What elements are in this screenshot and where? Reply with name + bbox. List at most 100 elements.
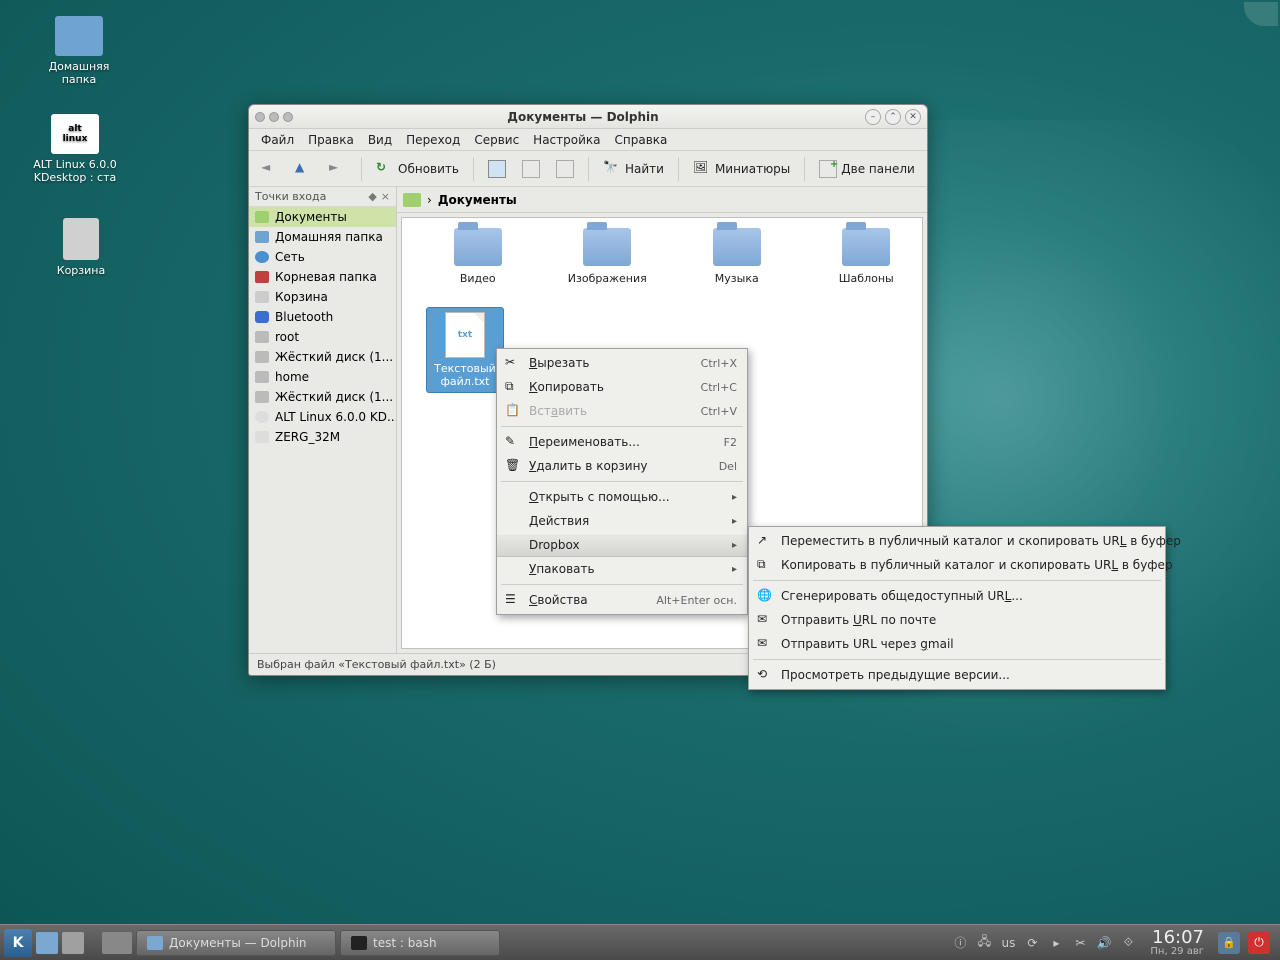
ctx-openwith[interactable]: Открыть с помощью...▸ — [497, 485, 747, 509]
task-terminal[interactable]: test : bash — [340, 930, 500, 956]
arrow-up-icon: ▲ — [295, 160, 313, 178]
shutdown-button[interactable]: ⏻ — [1248, 932, 1270, 954]
lock-button[interactable]: 🔒 — [1218, 932, 1240, 954]
ctx-dropbox[interactable]: Dropbox▸ — [497, 533, 747, 557]
text-file-icon: txt — [445, 312, 485, 358]
network-icon[interactable]: 🖧 — [976, 935, 992, 951]
desktop-icon-trash[interactable]: Корзина — [36, 218, 126, 277]
folder-icon — [583, 228, 631, 266]
clipboard-icon[interactable]: ✂ — [1072, 935, 1088, 951]
volume-icon[interactable]: 🔊 — [1096, 935, 1112, 951]
updates-icon[interactable]: ⟐ — [1120, 935, 1136, 951]
view-details-button[interactable] — [516, 157, 546, 181]
refresh-button[interactable]: ↻ Обновить — [370, 157, 465, 181]
places-close-icon[interactable]: × — [381, 190, 390, 203]
folder-icon — [713, 228, 761, 266]
ctx-rename[interactable]: ✎Переименовать...F2 — [497, 430, 747, 454]
ctx-mail-url[interactable]: ✉Отправить URL по почте — [749, 608, 1165, 632]
ctx-move-public[interactable]: ↗Переместить в публичный каталог и скопи… — [749, 529, 1165, 553]
menu-tools[interactable]: Сервис — [468, 131, 525, 149]
ctx-pack[interactable]: Упаковать▸ — [497, 557, 747, 581]
trash-icon: 🗑 — [505, 458, 521, 474]
file-label: Текстовый — [431, 362, 499, 375]
place-label: Bluetooth — [275, 310, 333, 324]
folder-music[interactable]: Музыка — [687, 228, 787, 285]
menu-settings[interactable]: Настройка — [527, 131, 606, 149]
place-hdd1[interactable]: Жёсткий диск (1... — [249, 347, 396, 367]
minimize-button[interactable]: – — [865, 109, 881, 125]
desktop-icon-label: Корзина — [36, 264, 126, 277]
menu-go[interactable]: Переход — [400, 131, 466, 149]
place-bluetooth[interactable]: Bluetooth — [249, 307, 396, 327]
folder-video[interactable]: Видео — [428, 228, 528, 285]
quicklaunch-desktop-icon[interactable] — [62, 932, 84, 954]
dropbox-tray-icon[interactable]: ⟳ — [1024, 935, 1040, 951]
place-home[interactable]: Домашняя папка — [249, 227, 396, 247]
ctx-label: ырезать — [537, 356, 589, 370]
task-dolphin[interactable]: Документы — Dolphin — [136, 930, 336, 956]
ctx-copy[interactable]: ⧉КопироватьCtrl+C — [497, 375, 747, 399]
back-button[interactable]: ◄ — [255, 157, 285, 181]
info-icon[interactable]: ⓘ — [952, 935, 968, 951]
status-text: Выбран файл «Текстовый файл.txt» (2 Б) — [257, 658, 496, 671]
thumbnails-button[interactable]: 🖼 Миниатюры — [687, 157, 796, 181]
forward-button[interactable]: ► — [323, 157, 353, 181]
ctx-actions[interactable]: Действия▸ — [497, 509, 747, 533]
maximize-button[interactable]: ⌃ — [885, 109, 901, 125]
file-selected-txt[interactable]: txt Текстовый файл.txt — [426, 307, 504, 393]
expand-tray-icon[interactable]: ▸ — [1048, 935, 1064, 951]
ctx-properties[interactable]: ☰СвойстваAlt+Enter осн. — [497, 588, 747, 612]
copy-icon: ⧉ — [757, 557, 773, 573]
close-button[interactable]: ✕ — [905, 109, 921, 125]
menu-view[interactable]: Вид — [362, 131, 398, 149]
desktop-icon-home[interactable]: Домашняя папка — [34, 16, 124, 86]
place-label: Жёсткий диск (1... — [275, 390, 393, 404]
menu-edit[interactable]: Правка — [302, 131, 360, 149]
pager-icon[interactable] — [102, 932, 132, 954]
toolbar-label: Обновить — [398, 162, 459, 176]
place-usb[interactable]: ZERG_32M — [249, 427, 396, 447]
clock[interactable]: 16:07 Пн, 29 авг — [1144, 929, 1210, 957]
place-home-disk[interactable]: home — [249, 367, 396, 387]
quicklaunch-dolphin-icon[interactable] — [36, 932, 58, 954]
kickoff-button[interactable]: K — [4, 929, 32, 957]
place-root-disk[interactable]: root — [249, 327, 396, 347]
home-folder-icon — [55, 16, 103, 56]
place-label: Корневая папка — [275, 270, 377, 284]
place-root[interactable]: Корневая папка — [249, 267, 396, 287]
desktop-icon-altlinux[interactable]: altlinux ALT Linux 6.0.0 KDesktop : ста — [30, 114, 120, 184]
arrow-right-icon: ► — [329, 160, 347, 178]
view-columns-button[interactable] — [550, 157, 580, 181]
place-cdrom[interactable]: ALT Linux 6.0.0 KD... — [249, 407, 396, 427]
ctx-gmail-url[interactable]: ✉Отправить URL через gmail — [749, 632, 1165, 656]
place-network[interactable]: Сеть — [249, 247, 396, 267]
folder-images[interactable]: Изображения — [558, 228, 658, 285]
keyboard-layout[interactable]: us — [1000, 935, 1016, 951]
place-label: Корзина — [275, 290, 328, 304]
ctx-prev-versions[interactable]: ⟲Просмотреть предыдущие версии... — [749, 663, 1165, 687]
plasma-cashew-icon[interactable] — [1244, 2, 1278, 26]
menu-help[interactable]: Справка — [609, 131, 674, 149]
place-documents[interactable]: Документы — [249, 207, 396, 227]
ctx-cut[interactable]: ✂ВырезатьCtrl+X — [497, 351, 747, 375]
find-button[interactable]: 🔭 Найти — [597, 157, 670, 181]
clock-time: 16:07 — [1150, 929, 1204, 947]
view-icons-button[interactable] — [482, 157, 512, 181]
ctx-gen-url[interactable]: 🌐Сгенерировать общедоступный URL... — [749, 584, 1165, 608]
chevron-right-icon: ▸ — [732, 564, 737, 575]
blank-icon — [505, 489, 521, 505]
place-label: root — [275, 330, 299, 344]
places-detach-icon[interactable]: ◆ — [368, 190, 376, 203]
menu-file[interactable]: Файл — [255, 131, 300, 149]
disk-icon — [255, 371, 269, 383]
breadcrumb[interactable]: › Документы — [397, 187, 927, 213]
ctx-copy-public[interactable]: ⧉Копировать в публичный каталог и скопир… — [749, 553, 1165, 577]
clock-date: Пн, 29 авг — [1150, 947, 1204, 957]
split-button[interactable]: + Две панели — [813, 157, 921, 181]
place-trash[interactable]: Корзина — [249, 287, 396, 307]
folder-templates[interactable]: Шаблоны — [817, 228, 917, 285]
up-button[interactable]: ▲ — [289, 157, 319, 181]
ctx-delete[interactable]: 🗑Удалить в корзинуDel — [497, 454, 747, 478]
titlebar[interactable]: Документы — Dolphin – ⌃ ✕ — [249, 105, 927, 129]
place-hdd2[interactable]: Жёсткий диск (1... — [249, 387, 396, 407]
